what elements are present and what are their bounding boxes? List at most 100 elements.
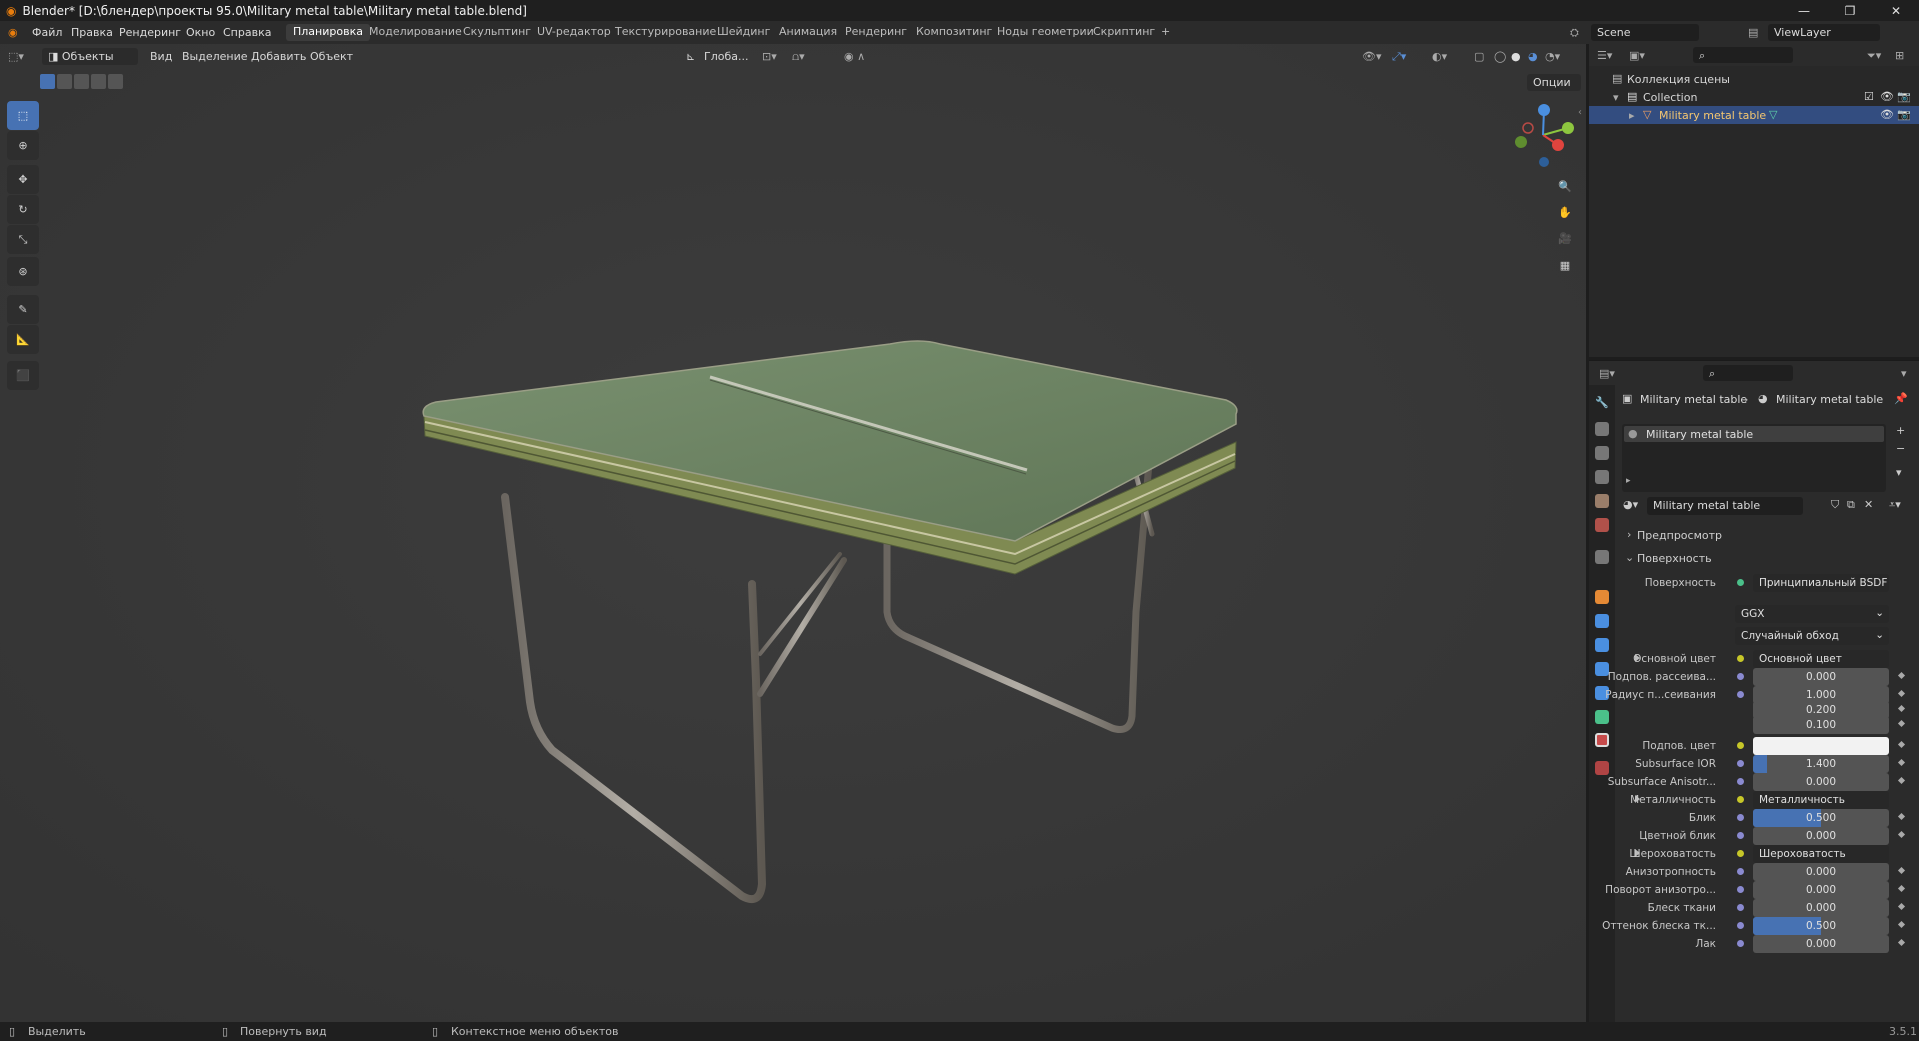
menu-select[interactable]: Выделение bbox=[182, 50, 248, 63]
outliner-editor-icon[interactable]: ☰▾ bbox=[1597, 49, 1612, 62]
menu-window[interactable]: Окно bbox=[186, 26, 215, 39]
scale-tool[interactable]: ⤡ bbox=[7, 225, 39, 254]
keyframe-icon[interactable] bbox=[1897, 776, 1906, 785]
value-slider[interactable]: 0.000 bbox=[1753, 863, 1889, 881]
value-slider[interactable]: 0.500 bbox=[1753, 809, 1889, 827]
shading-wireframe-icon[interactable]: ◯ bbox=[1494, 50, 1506, 63]
remove-slot-icon[interactable]: − bbox=[1896, 442, 1905, 455]
select-box-tool[interactable]: ⬚ bbox=[7, 101, 39, 130]
outliner-search-input[interactable]: ⌕ bbox=[1693, 47, 1793, 63]
value-slider[interactable]: 0.000 bbox=[1753, 881, 1889, 899]
input-socket-icon[interactable] bbox=[1737, 868, 1744, 875]
menu-help[interactable]: Справка bbox=[223, 26, 271, 39]
options-dropdown[interactable]: Опции bbox=[1527, 74, 1581, 91]
select-invert-icon[interactable] bbox=[91, 74, 106, 89]
new-collection-icon[interactable]: ⊞ bbox=[1895, 49, 1904, 62]
outliner-object-row[interactable]: ▸ ▽ Military metal table ▽ 👁 📷 bbox=[1589, 106, 1919, 124]
minimize-button[interactable]: — bbox=[1781, 0, 1827, 21]
cursor-tool[interactable]: ⊕ bbox=[7, 131, 39, 160]
mode-selector[interactable]: ◨ Объекты bbox=[42, 48, 138, 65]
scene-tab-icon[interactable] bbox=[1595, 494, 1609, 508]
keyframe-icon[interactable] bbox=[1897, 671, 1906, 680]
add-workspace-icon[interactable]: + bbox=[1154, 24, 1177, 41]
menu-render[interactable]: Рендеринг bbox=[119, 26, 181, 39]
keyframe-icon[interactable] bbox=[1897, 884, 1906, 893]
sidebar-toggle-icon[interactable]: ‹ bbox=[1578, 107, 1582, 118]
unlink-material-icon[interactable]: ✕ bbox=[1864, 498, 1873, 511]
close-button[interactable]: ✕ bbox=[1873, 0, 1919, 21]
keyframe-icon[interactable] bbox=[1897, 758, 1906, 767]
linked-input-field[interactable]: Шероховатость bbox=[1753, 845, 1889, 863]
output-tab-icon[interactable] bbox=[1595, 446, 1609, 460]
menu-add[interactable]: Добавить bbox=[251, 50, 306, 63]
add-cube-tool[interactable]: ⬛ bbox=[7, 361, 39, 390]
select-intersect-icon[interactable] bbox=[108, 74, 123, 89]
keyframe-icon[interactable] bbox=[1897, 719, 1906, 728]
transform-tool[interactable]: ⊛ bbox=[7, 257, 39, 286]
tab-modeling[interactable]: Моделирование bbox=[362, 24, 469, 41]
tab-texture-paint[interactable]: Текстурирование bbox=[608, 24, 723, 41]
input-socket-icon[interactable] bbox=[1737, 778, 1744, 785]
duplicate-material-icon[interactable]: ⧉ bbox=[1847, 498, 1855, 512]
pan-button[interactable]: ✋ bbox=[1553, 200, 1577, 224]
tab-shading[interactable]: Шейдинг bbox=[710, 24, 777, 41]
value-slider[interactable]: 0.000 bbox=[1753, 668, 1889, 686]
scene-selector[interactable]: Scene bbox=[1591, 24, 1699, 41]
input-socket-icon[interactable] bbox=[1737, 904, 1744, 911]
tab-sculpting[interactable]: Скульптинг bbox=[456, 24, 538, 41]
gizmo-icon[interactable]: ⤢▾ bbox=[1392, 50, 1406, 64]
shading-rendered-icon[interactable]: ◔▾ bbox=[1545, 50, 1560, 63]
keyframe-icon[interactable] bbox=[1897, 704, 1906, 713]
tab-geometry-nodes[interactable]: Ноды геометрии bbox=[990, 24, 1101, 41]
tab-layout[interactable]: Планировка bbox=[286, 24, 370, 41]
outliner-scene-collection[interactable]: ▤ Коллекция сцены bbox=[1589, 70, 1919, 88]
slot-menu-icon[interactable]: ▾ bbox=[1896, 466, 1902, 479]
editor-type-icon[interactable]: ⬚▾ bbox=[8, 50, 24, 63]
input-socket-icon[interactable] bbox=[1737, 742, 1744, 749]
keyframe-icon[interactable] bbox=[1897, 740, 1906, 749]
pivot-icon[interactable]: ⊡▾ bbox=[762, 50, 777, 63]
object-eye-icon[interactable]: 👁 bbox=[1880, 108, 1894, 121]
value-slider[interactable]: 0.000 bbox=[1753, 899, 1889, 917]
eye-icon[interactable]: 👁 bbox=[1880, 90, 1894, 103]
exclude-checkbox-icon[interactable]: ☑ bbox=[1864, 90, 1874, 103]
pin-icon[interactable]: 📌 bbox=[1894, 392, 1908, 405]
select-extend-icon[interactable] bbox=[57, 74, 72, 89]
snap-icon[interactable]: ⩍▾ bbox=[792, 50, 805, 64]
material-slot-list[interactable]: ● Military metal table ▸ bbox=[1622, 424, 1886, 492]
select-subtract-icon[interactable] bbox=[74, 74, 89, 89]
menu-view[interactable]: Вид bbox=[150, 50, 172, 63]
properties-options-icon[interactable]: ▾ bbox=[1901, 367, 1907, 380]
input-socket-icon[interactable] bbox=[1737, 940, 1744, 947]
add-slot-icon[interactable]: + bbox=[1896, 424, 1905, 437]
color-swatch[interactable] bbox=[1753, 737, 1889, 755]
fake-user-icon[interactable]: ⛉ bbox=[1831, 498, 1839, 512]
material-name-field[interactable]: Military metal table bbox=[1647, 497, 1803, 515]
input-socket-icon[interactable] bbox=[1737, 691, 1744, 698]
object-render-icon[interactable]: 📷 bbox=[1897, 108, 1911, 121]
filter-icon[interactable]: ⏷▾ bbox=[1867, 49, 1881, 63]
value-slider[interactable]: 1.400 bbox=[1753, 755, 1889, 773]
zoom-button[interactable]: 🔍 bbox=[1553, 174, 1577, 198]
shading-material-icon[interactable]: ◕ bbox=[1528, 50, 1538, 63]
3d-viewport[interactable] bbox=[0, 44, 1586, 1022]
world-tab-icon[interactable] bbox=[1595, 518, 1609, 532]
tab-compositing[interactable]: Композитинг bbox=[909, 24, 999, 41]
render-tab-icon[interactable] bbox=[1595, 422, 1609, 436]
perspective-toggle-button[interactable]: ▦ bbox=[1553, 253, 1577, 277]
input-socket-icon[interactable] bbox=[1737, 922, 1744, 929]
collection-tab-icon[interactable] bbox=[1595, 550, 1609, 564]
annotate-tool[interactable]: ✎ bbox=[7, 295, 39, 324]
tab-animation[interactable]: Анимация bbox=[772, 24, 844, 41]
particles-tab-icon[interactable] bbox=[1595, 638, 1609, 652]
move-tool[interactable]: ✥ bbox=[7, 165, 39, 194]
surface-section[interactable]: ⌄ Поверхность bbox=[1619, 548, 1915, 568]
menu-edit[interactable]: Правка bbox=[71, 26, 113, 39]
select-new-icon[interactable] bbox=[40, 74, 55, 89]
tab-rendering[interactable]: Рендеринг bbox=[838, 24, 914, 41]
linked-input-field[interactable]: Основной цвет bbox=[1753, 650, 1889, 668]
keyframe-icon[interactable] bbox=[1897, 920, 1906, 929]
orientation-selector[interactable]: Глоба... bbox=[704, 50, 748, 63]
view-layer-selector[interactable]: ViewLayer bbox=[1768, 24, 1880, 41]
data-tab-icon[interactable] bbox=[1595, 710, 1609, 724]
